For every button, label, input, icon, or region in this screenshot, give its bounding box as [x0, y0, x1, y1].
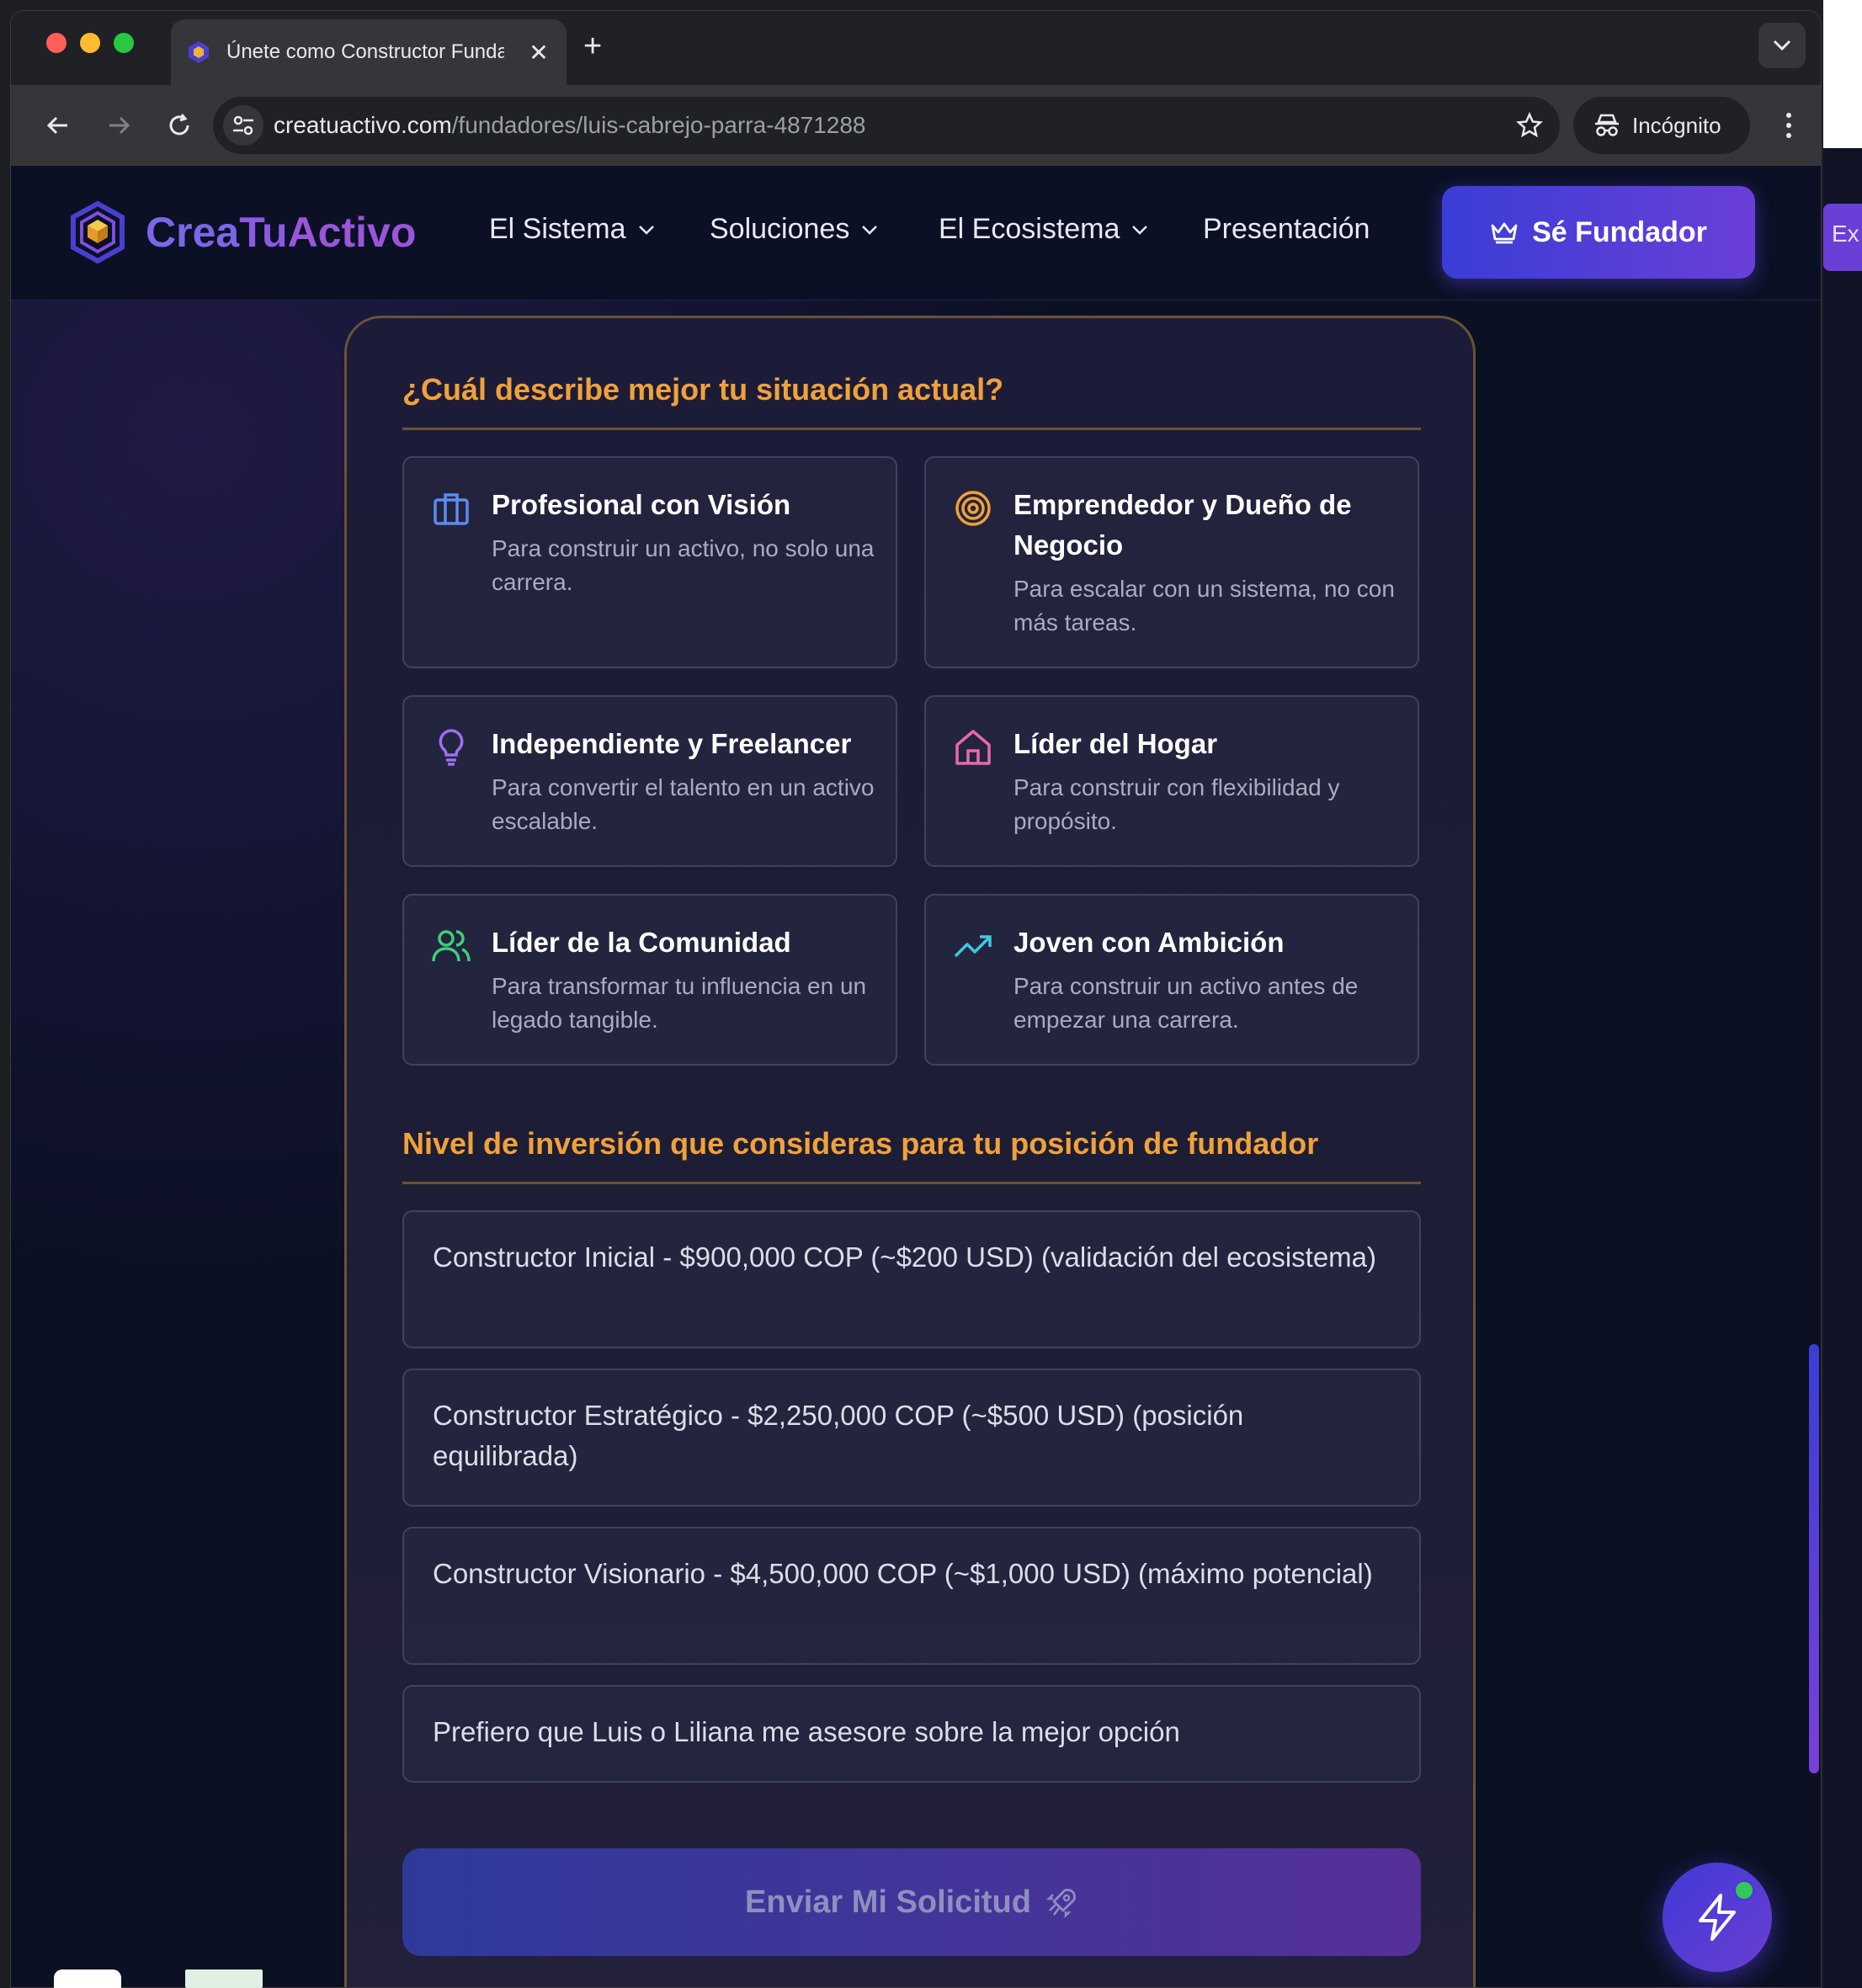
incognito-badge[interactable]: Incógnito — [1573, 97, 1750, 154]
option-description: Para construir con flexibilidad y propós… — [1013, 774, 1340, 834]
rocket-icon — [1045, 1889, 1076, 1918]
browser-toolbar: creatuactivo.com/fundadores/luis-cabrejo… — [11, 85, 1821, 166]
lightning-bolt-icon — [1699, 1894, 1736, 1941]
browser-tab-active[interactable]: Únete como Constructor Fundador ✕ — [171, 19, 567, 85]
crown-icon — [1491, 222, 1518, 244]
chevron-down-icon — [1773, 40, 1791, 51]
option-title: Líder de la Comunidad — [492, 927, 791, 958]
logo-text-crea: Crea — [146, 209, 240, 256]
reload-icon — [169, 114, 189, 136]
nav-item-el-ecosistema[interactable]: El Ecosistema — [939, 213, 1148, 246]
url-text: creatuactivo.com/fundadores/luis-cabrejo… — [274, 112, 866, 139]
option-lider-de-la-comunidad[interactable]: Líder de la Comunidad Para transformar t… — [402, 894, 897, 1066]
adjacent-window-top — [1823, 0, 1862, 148]
submit-label: Enviar Mi Solicitud — [745, 1884, 1031, 1920]
target-icon — [955, 491, 991, 526]
nav-label: Soluciones — [710, 213, 850, 245]
adjacent-window-edge — [1823, 0, 1862, 1988]
arrow-left-icon — [46, 116, 67, 135]
chevron-down-icon — [1132, 225, 1148, 235]
online-status-dot — [1733, 1879, 1755, 1901]
option-emprendedor-y-dueno[interactable]: Emprendedor y Dueño de Negocio Para esca… — [924, 456, 1419, 668]
incognito-label: Incógnito — [1632, 112, 1721, 138]
tune-icon — [233, 115, 253, 136]
new-tab-button[interactable]: + — [583, 29, 602, 63]
back-button[interactable] — [38, 105, 78, 146]
site-logo[interactable]: CreaTuActivo — [70, 201, 416, 263]
application-form-card: ¿Cuál describe mejor tu situación actual… — [344, 316, 1476, 1987]
briefcase-icon — [434, 493, 469, 525]
tab-strip: Únete como Constructor Fundador ✕ + — [11, 11, 1821, 85]
url-path: /fundadores/luis-cabrejo-parra-4871288 — [451, 112, 866, 138]
page-scrollbar[interactable] — [1809, 1344, 1819, 1773]
section-divider — [402, 428, 1421, 430]
nav-item-soluciones[interactable]: Soluciones — [710, 213, 878, 246]
adjacent-window-button[interactable]: Ex — [1823, 204, 1862, 271]
bookmark-star-icon[interactable] — [1516, 112, 1543, 139]
site-favicon-icon — [189, 41, 209, 63]
investment-option-asesoria[interactable]: Prefiero que Luis o Liliana me asesore s… — [402, 1685, 1421, 1783]
close-window-button[interactable] — [46, 33, 66, 53]
arrow-right-icon — [109, 116, 130, 135]
tab-title: Únete como Constructor Fundador — [226, 40, 504, 63]
maximize-window-button[interactable] — [114, 33, 134, 53]
tab-close-icon[interactable]: ✕ — [526, 39, 551, 66]
investment-section-title: Nivel de inversión que consideras para t… — [402, 1126, 1319, 1161]
logo-text-activo: Activo — [287, 209, 417, 256]
dock-item[interactable] — [54, 1969, 121, 1988]
minimize-window-button[interactable] — [80, 33, 100, 53]
logo-text: CreaTuActivo — [146, 208, 416, 257]
url-domain: creatuactivo.com — [274, 112, 452, 138]
nav-item-el-sistema[interactable]: El Sistema — [489, 213, 655, 246]
incognito-icon — [1595, 114, 1619, 136]
option-description: Para construir un activo antes de empeza… — [1013, 973, 1359, 1033]
tab-search-button[interactable] — [1758, 23, 1806, 68]
submit-application-button[interactable]: Enviar Mi Solicitud — [402, 1848, 1421, 1956]
lightbulb-icon — [439, 729, 464, 766]
option-lider-del-hogar[interactable]: Líder del Hogar Para construir con flexi… — [924, 695, 1419, 867]
investment-option-estrategico[interactable]: Constructor Estratégico - $2,250,000 COP… — [402, 1369, 1421, 1507]
logo-text-tu: Tu — [239, 209, 288, 256]
users-icon — [432, 930, 471, 962]
option-description: Para transformar tu influencia en un leg… — [492, 973, 867, 1033]
assistant-fab-button[interactable] — [1662, 1863, 1772, 1972]
forward-button[interactable] — [98, 105, 139, 146]
hexagon-cube-logo-icon — [71, 201, 125, 263]
se-fundador-button[interactable]: Sé Fundador — [1442, 186, 1755, 279]
home-icon — [955, 730, 991, 765]
address-bar[interactable]: creatuactivo.com/fundadores/luis-cabrejo… — [213, 97, 1560, 154]
option-title: Líder del Hogar — [1013, 728, 1218, 759]
reload-button[interactable] — [159, 105, 200, 146]
investment-option-visionario[interactable]: Constructor Visionario - $4,500,000 COP … — [402, 1527, 1421, 1665]
browser-menu-icon[interactable] — [1779, 105, 1799, 146]
option-title: Independiente y Freelancer — [492, 728, 852, 759]
option-title: Profesional con Visión — [492, 489, 791, 520]
page-viewport: CreaTuActivo El Sistema Soluciones El Ec… — [11, 166, 1821, 1987]
nav-label: El Sistema — [489, 213, 626, 245]
trending-up-icon — [954, 935, 992, 958]
option-description: Para construir un activo, no solo una ca… — [492, 535, 875, 595]
site-header: CreaTuActivo El Sistema Soluciones El Ec… — [11, 166, 1821, 300]
nav-label: Presentación — [1203, 213, 1370, 245]
nav-label: El Ecosistema — [939, 213, 1120, 245]
chevron-down-icon — [862, 225, 878, 235]
option-title: Joven con Ambición — [1013, 927, 1285, 958]
option-title: Emprendedor y Dueño de Negocio — [1013, 489, 1352, 561]
chevron-down-icon — [638, 225, 654, 235]
cta-label: Sé Fundador — [1532, 215, 1707, 248]
nav-item-presentacion[interactable]: Presentación — [1203, 213, 1370, 246]
browser-window: Únete como Constructor Fundador ✕ + crea… — [10, 10, 1822, 1988]
option-description: Para escalar con un sistema, no con más … — [1013, 576, 1395, 635]
option-description: Para convertir el talento en un activo e… — [492, 774, 875, 834]
investment-option-inicial[interactable]: Constructor Inicial - $900,000 COP (~$20… — [402, 1210, 1421, 1348]
situation-section-title: ¿Cuál describe mejor tu situación actual… — [402, 372, 1004, 407]
section-divider — [402, 1182, 1421, 1184]
option-joven-con-ambicion[interactable]: Joven con Ambición Para construir un act… — [924, 894, 1419, 1066]
site-info-button[interactable] — [223, 105, 263, 146]
dock-item-thumbnail[interactable] — [185, 1969, 263, 1988]
option-independiente-y-freelancer[interactable]: Independiente y Freelancer Para converti… — [402, 695, 897, 867]
option-profesional-con-vision[interactable]: Profesional con Visión Para construir un… — [402, 456, 897, 668]
